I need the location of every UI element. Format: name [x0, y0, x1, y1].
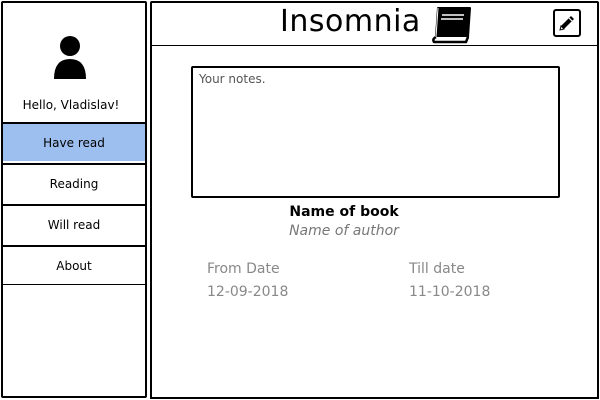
user-icon: [54, 36, 86, 79]
sidebar-item-about[interactable]: About: [3, 245, 145, 284]
sidebar-item-label: Have read: [43, 135, 105, 150]
edit-button[interactable]: [553, 9, 581, 37]
main-content: Your notes. Name of book Name of author …: [150, 46, 599, 399]
sidebar-panel: Hello, Vladislav! Have read Reading Will…: [3, 3, 145, 285]
till-date-label: Till date: [409, 261, 465, 277]
book-title: Name of book: [289, 204, 399, 220]
till-date-value: 11-10-2018: [409, 284, 491, 300]
notes-textarea[interactable]: Your notes.: [191, 66, 560, 198]
sidebar-item-label: Reading: [49, 176, 99, 191]
sidebar-item-will-read[interactable]: Will read: [3, 204, 145, 243]
header-bar: Insomnia: [150, 1, 599, 47]
sidebar-item-label: About: [56, 258, 92, 273]
sidebar: Hello, Vladislav! Have read Reading Will…: [1, 1, 147, 398]
book-author: Name of author: [289, 223, 399, 239]
sidebar-item-have-read[interactable]: Have read: [3, 122, 145, 161]
from-date-value: 12-09-2018: [207, 284, 289, 300]
book-icon: [432, 7, 471, 44]
app-window: Hello, Vladislav! Have read Reading Will…: [0, 0, 600, 400]
from-date-label: From Date: [207, 261, 280, 277]
pencil-icon: [559, 16, 574, 31]
greeting-text: Hello, Vladislav!: [22, 98, 120, 112]
sidebar-item-reading[interactable]: Reading: [3, 163, 145, 202]
sidebar-item-label: Will read: [47, 217, 101, 232]
app-title: Insomnia: [280, 4, 421, 39]
